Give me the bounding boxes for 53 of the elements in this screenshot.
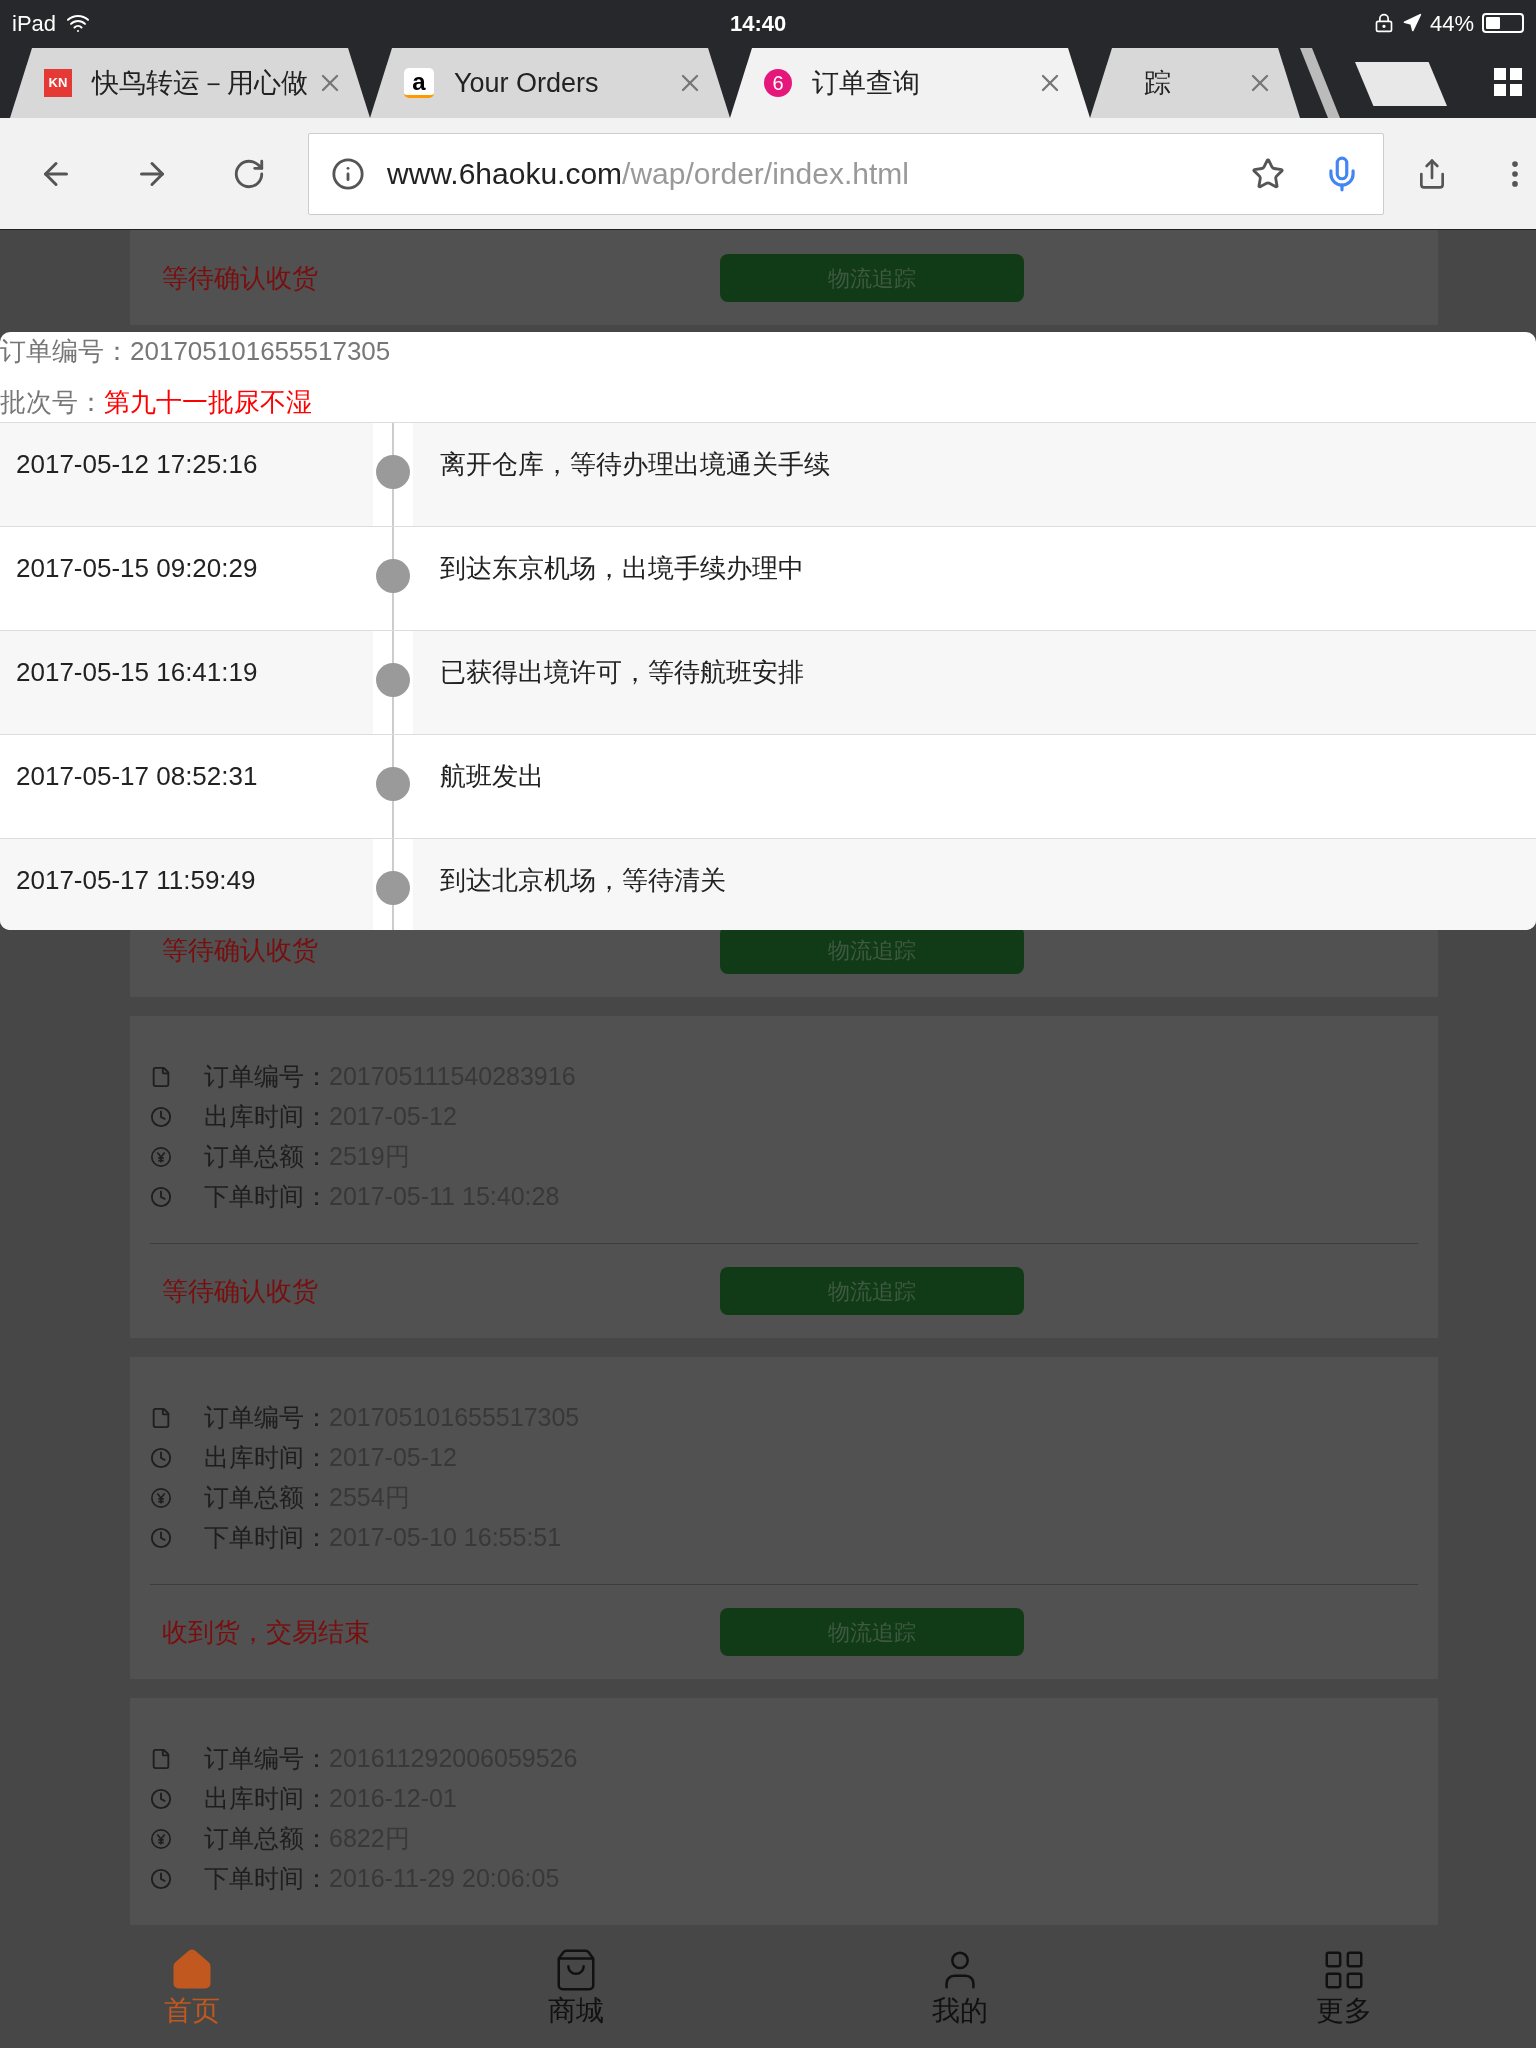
order-status: 等待确认收货 <box>162 1274 319 1308</box>
batch-name: 第九十一批尿不湿 <box>104 386 312 419</box>
clock-icon <box>150 1106 172 1128</box>
document-icon <box>150 1748 172 1770</box>
clock-icon <box>150 1527 172 1549</box>
url-text: www.6haoku.com/wap/order/index.html <box>387 156 909 192</box>
document-icon <box>150 1407 172 1429</box>
clock-time: 14:40 <box>730 9 787 38</box>
tab-title: 踪 <box>1144 66 1171 100</box>
event-time: 2017-05-15 16:41:19 <box>15 656 259 689</box>
tab-title: Your Orders <box>454 66 599 100</box>
event-time: 2017-05-17 08:52:31 <box>15 760 259 793</box>
browser-tab[interactable]: 6 订单查询 <box>730 48 1090 118</box>
browser-tab[interactable]: 踪 <box>1090 48 1300 118</box>
order-number: 201705101655517305 <box>130 335 391 368</box>
event-description: 离开仓库，等待办理出境通关手续 <box>439 448 830 481</box>
event-description: 到达东京机场，出境手续办理中 <box>439 552 804 585</box>
battery-percent: 44% <box>1429 9 1474 38</box>
document-icon <box>150 1066 172 1088</box>
event-description: 到达北京机场，等待清关 <box>439 864 726 897</box>
yen-icon <box>150 1146 172 1168</box>
order-status: 等待确认收货 <box>162 933 319 967</box>
tab-title: 快鸟转运－用心做 <box>92 66 308 100</box>
event-time: 2017-05-12 17:25:16 <box>15 448 259 481</box>
clock-icon <box>150 1186 172 1208</box>
yen-icon <box>150 1828 172 1850</box>
clock-icon <box>150 1868 172 1890</box>
tab-title: 订单查询 <box>812 66 920 100</box>
clock-icon <box>150 1447 172 1469</box>
address-bar[interactable]: www.6haoku.com/wap/order/index.html <box>308 132 1384 215</box>
info-icon[interactable] <box>331 156 365 191</box>
tab-favicon: 6 <box>764 69 792 97</box>
order-status: 收到货，交易结束 <box>162 1615 371 1649</box>
order-status: 等待确认收货 <box>162 261 319 295</box>
event-time: 2017-05-15 09:20:29 <box>15 552 259 585</box>
nav-item[interactable]: 首页 <box>0 1935 384 2048</box>
tab-favicon: KN <box>44 69 72 97</box>
order-label: 订单编号： <box>0 335 130 368</box>
batch-label: 批次号： <box>0 386 104 419</box>
event-time: 2017-05-17 11:59:49 <box>15 864 257 897</box>
tab-favicon: a <box>404 68 434 98</box>
tab-switcher-icon[interactable] <box>1494 68 1522 96</box>
star-icon[interactable] <box>1251 156 1285 191</box>
battery-icon <box>1482 13 1524 33</box>
device-name: iPad <box>12 9 57 38</box>
location-icon <box>1401 13 1422 33</box>
browser-tab[interactable]: KN 快鸟转运－用心做 <box>10 48 370 118</box>
browser-tab[interactable]: a Your Orders <box>370 48 730 118</box>
event-description: 航班发出 <box>439 760 544 793</box>
clock-icon <box>150 1788 172 1810</box>
lock-icon <box>1373 13 1394 33</box>
event-description: 已获得出境许可，等待航班安排 <box>439 656 804 689</box>
yen-icon <box>150 1487 172 1509</box>
